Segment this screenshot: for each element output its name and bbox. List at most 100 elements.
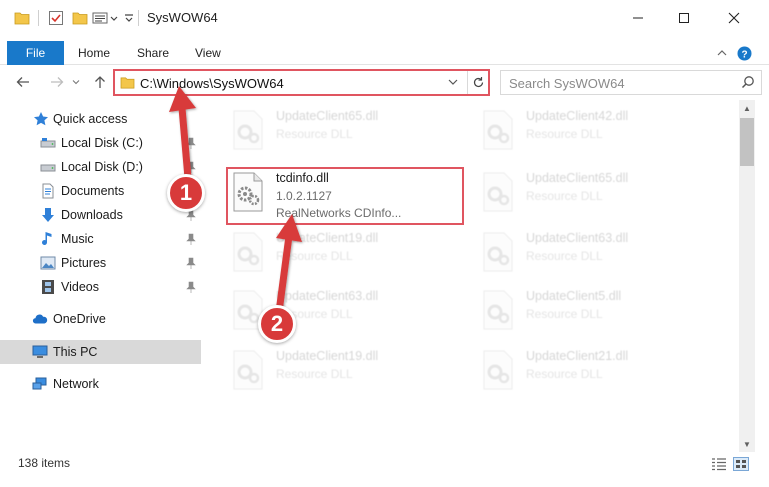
search-icon[interactable]: [741, 75, 755, 92]
step-badge-2: 2: [258, 305, 296, 343]
file-type: Resource DLL: [526, 249, 603, 263]
pictures-icon: [40, 255, 56, 271]
search-box[interactable]: Search SysWOW64: [500, 70, 762, 95]
file-type: Resource DLL: [526, 189, 603, 203]
window-title: SysWOW64: [147, 10, 218, 25]
pin-icon: [186, 161, 196, 173]
title-bar: SysWOW64: [0, 0, 769, 36]
nav-item-music[interactable]: Music: [0, 227, 201, 251]
highlight-box: [226, 167, 464, 225]
up-arrow-icon[interactable]: [90, 72, 110, 92]
music-note-icon: [40, 231, 56, 247]
address-bar[interactable]: C:\Windows\SysWOW64: [113, 69, 490, 96]
dll-file-icon: [480, 172, 516, 215]
nav-item-network[interactable]: Network: [0, 372, 201, 396]
recent-locations-icon[interactable]: [69, 72, 83, 92]
folder-icon: [120, 76, 135, 92]
star-icon: [33, 111, 49, 127]
folder-icon: [14, 0, 30, 36]
file-name: UpdateClient19.dll: [276, 349, 379, 363]
file-item[interactable]: UpdateClient63.dll Resource DLL: [478, 228, 718, 284]
file-item[interactable]: UpdateClient19.dll Resource DLL: [228, 346, 468, 402]
nav-item-label: Pictures: [61, 256, 107, 270]
nav-item-downloads[interactable]: Downloads: [0, 203, 201, 227]
file-name: UpdateClient65.dll: [276, 109, 379, 123]
nav-item-label: Network: [53, 377, 99, 391]
search-input[interactable]: Search SysWOW64: [509, 76, 625, 91]
file-type: Resource DLL: [526, 307, 603, 321]
nav-item-videos[interactable]: Videos: [0, 275, 201, 299]
file-list: UpdateClient65.dll Resource DLL UpdateCl…: [206, 100, 739, 448]
tab-file[interactable]: File: [7, 41, 64, 65]
file-item[interactable]: UpdateClient5.dll Resource DLL: [478, 286, 718, 342]
computer-icon: [32, 344, 48, 360]
customize-toolbar-icon[interactable]: [92, 0, 120, 36]
file-item[interactable]: UpdateClient65.dll Resource DLL: [228, 106, 468, 162]
item-count: 138 items: [18, 456, 71, 470]
dll-file-icon: [480, 290, 516, 333]
drive-icon: [40, 159, 56, 175]
cloud-icon: [32, 311, 48, 327]
forward-arrow-icon[interactable]: [46, 72, 68, 92]
dll-file-icon: [480, 232, 516, 275]
scroll-thumb[interactable]: [740, 118, 754, 166]
close-button[interactable]: [711, 0, 757, 36]
chevron-down-icon[interactable]: [448, 75, 458, 89]
new-folder-icon[interactable]: [72, 0, 88, 36]
help-icon[interactable]: ?: [736, 44, 752, 62]
details-view-icon[interactable]: [711, 457, 727, 471]
minimize-button[interactable]: [615, 0, 661, 36]
back-arrow-icon[interactable]: [12, 72, 34, 92]
scroll-up-icon[interactable]: ▲: [739, 100, 755, 116]
nav-item-label: Local Disk (D:): [61, 160, 143, 174]
tiles-view-icon[interactable]: [733, 457, 749, 471]
tab-home[interactable]: Home: [78, 41, 110, 65]
dll-file-icon: [230, 350, 266, 393]
nav-item-label: OneDrive: [53, 312, 106, 326]
properties-checkbox-icon[interactable]: [48, 0, 64, 36]
file-type: Resource DLL: [526, 127, 603, 141]
address-path[interactable]: C:\Windows\SysWOW64: [140, 76, 284, 91]
scroll-down-icon[interactable]: ▼: [739, 436, 755, 452]
nav-item-label: This PC: [53, 345, 98, 359]
dll-file-icon: [230, 232, 266, 275]
file-item[interactable]: UpdateClient65.dll Resource DLL: [478, 168, 718, 224]
expand-ribbon-icon[interactable]: [714, 44, 730, 62]
chevron-down-icon[interactable]: [124, 0, 134, 36]
nav-item-pictures[interactable]: Pictures: [0, 251, 201, 275]
nav-item-label: Videos: [61, 280, 99, 294]
file-type: Resource DLL: [276, 367, 353, 381]
svg-text:?: ?: [741, 49, 747, 60]
pin-icon: [186, 281, 196, 293]
dll-file-icon: [480, 110, 516, 153]
pin-icon: [186, 257, 196, 269]
file-name: UpdateClient21.dll: [526, 349, 629, 363]
nav-item-this-pc[interactable]: This PC: [0, 340, 201, 364]
network-icon: [32, 376, 48, 392]
file-item[interactable]: UpdateClient21.dll Resource DLL: [478, 346, 718, 402]
nav-item-quick-access[interactable]: Quick access: [0, 107, 201, 131]
tab-view[interactable]: View: [195, 41, 221, 65]
vertical-scrollbar[interactable]: ▲ ▼: [739, 100, 755, 452]
step-badge-1: 1: [167, 174, 205, 212]
file-name: UpdateClient5.dll: [526, 289, 622, 303]
file-type: Resource DLL: [526, 367, 603, 381]
ribbon: File Home Share View ?: [0, 41, 769, 65]
refresh-button[interactable]: [467, 71, 488, 94]
pin-icon: [186, 137, 196, 149]
nav-item-label: Music: [61, 232, 94, 246]
documents-icon: [40, 183, 56, 199]
refresh-icon: [473, 77, 483, 88]
dll-file-icon: [230, 110, 266, 153]
nav-item-onedrive[interactable]: OneDrive: [0, 307, 201, 331]
nav-item-local-disk-d[interactable]: Local Disk (D:): [0, 155, 201, 179]
tab-share[interactable]: Share: [137, 41, 169, 65]
file-name: UpdateClient63.dll: [526, 231, 629, 245]
file-item[interactable]: UpdateClient42.dll Resource DLL: [478, 106, 718, 162]
file-type: Resource DLL: [276, 127, 353, 141]
file-name: UpdateClient65.dll: [526, 171, 629, 185]
nav-item-local-disk-c[interactable]: Local Disk (C:): [0, 131, 201, 155]
navigation-pane: Quick access Local Disk (C:) Local Disk …: [0, 100, 205, 448]
file-item[interactable]: UpdateClient19.dll Resource DLL: [228, 228, 468, 284]
maximize-button[interactable]: [661, 0, 707, 36]
